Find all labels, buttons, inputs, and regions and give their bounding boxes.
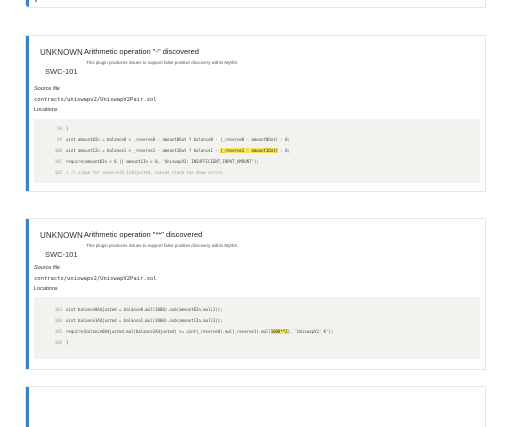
code-line: 104 uint balance1Adjusted = balance1.mul…: [34, 318, 480, 325]
issue-title: Arithmetic operation "**" discovered: [84, 230, 203, 239]
code-line: 98 }: [34, 126, 480, 133]
code-line-highlighted: 100 uint amount1In = balance1 > _reserve…: [34, 148, 480, 155]
code-text: uint balance1Adjusted = balance1.mul(100…: [66, 318, 223, 323]
code-line: 99 uint amount0In = balance0 > _reserve0…: [34, 137, 480, 144]
source-file-path[interactable]: contracts/uniswapv2/UniswapV2Pair.sol: [34, 276, 157, 282]
line-number: 98: [57, 126, 62, 131]
source-file-label: Source file: [34, 265, 60, 271]
code-text: uint balance0Adjusted = balance0.mul(100…: [66, 307, 223, 312]
source-file-path[interactable]: contracts/uniswapv2/UniswapV2Pair.sol: [34, 97, 157, 103]
code-text: }: [66, 126, 69, 131]
code-text-before: require(balance0Adjusted.mul(balance1Adj…: [66, 329, 271, 334]
issue-title: Arithmetic operation "-" discovered: [84, 47, 199, 56]
code-block: 103 uint balance0Adjusted = balance0.mul…: [34, 297, 480, 359]
code-text: require(balance0Adjusted.mul(balance1Adj…: [66, 329, 333, 334]
line-number: 99: [57, 137, 62, 142]
code-line-highlighted: 105 require(balance0Adjusted.mul(balance…: [34, 329, 480, 336]
issue-card: UNKNOWN SWC-101 Arithmetic operation "-"…: [26, 36, 485, 191]
code-text: uint amount0In = balance0 > _reserve0 - …: [66, 137, 290, 142]
line-number: 105: [54, 329, 62, 334]
code-line: 106 }: [34, 340, 480, 347]
swc-id[interactable]: SWC-101: [45, 250, 78, 259]
code-line: 103 uint balance0Adjusted = balance0.mul…: [34, 307, 480, 314]
code-text: }: [66, 340, 69, 345]
highlighted-expression: (_reserve1 - amount1Out): [220, 148, 278, 153]
locations-label: Locations: [34, 107, 58, 113]
code-text: require(amount0In > 0 || amount1In > 0, …: [66, 159, 259, 164]
previous-issue-card: [26, 0, 485, 7]
code-line: 102 { // scope for reserve{0,1}Adjusted,…: [34, 170, 480, 177]
issue-card: UNKNOWN SWC-101 Arithmetic operation "**…: [26, 219, 485, 369]
severity-label: UNKNOWN: [40, 231, 83, 240]
issue-description: This plugin produces issues to support f…: [86, 60, 239, 65]
locations-label: Locations: [34, 286, 58, 292]
line-number: 104: [54, 318, 62, 323]
line-number: 102: [54, 170, 62, 175]
severity-label: UNKNOWN: [40, 48, 83, 57]
issue-description: This plugin produces issues to support f…: [86, 243, 239, 248]
highlighted-expression: 1000**2: [270, 329, 288, 334]
code-block: 98 } 99 uint amount0In = balance0 > _res…: [34, 119, 480, 183]
code-line-fragment: [35, 0, 37, 2]
line-number: 100: [54, 148, 62, 153]
source-file-label: Source file: [34, 86, 60, 92]
swc-id[interactable]: SWC-101: [45, 67, 78, 76]
code-text-after: : 0;: [277, 148, 290, 153]
code-comment: { // scope for reserve{0,1}Adjusted, avo…: [66, 170, 223, 175]
code-text-after: ), 'UniswapV2: K');: [287, 329, 334, 334]
code-text: uint amount1In = balance1 > _reserve1 - …: [66, 148, 290, 153]
line-number: 101: [54, 159, 62, 164]
code-text-before: uint amount1In = balance1 > _reserve1 - …: [66, 148, 221, 153]
code-line: 101 require(amount0In > 0 || amount1In >…: [34, 159, 480, 166]
next-issue-card: [26, 387, 485, 427]
line-number: 106: [54, 340, 62, 345]
line-number: 103: [54, 307, 62, 312]
